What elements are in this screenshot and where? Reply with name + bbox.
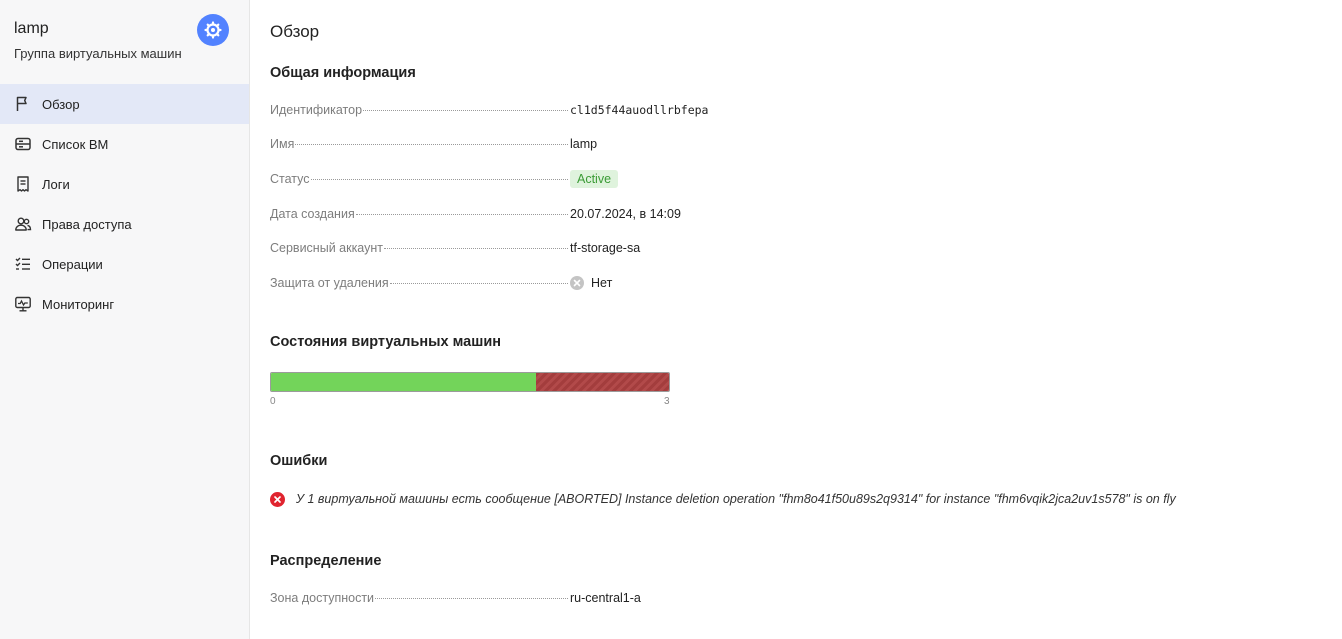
- sidebar-item-logs[interactable]: Логи: [0, 164, 249, 204]
- status-badge: Active: [570, 170, 619, 188]
- error-message-row: У 1 виртуальной машины есть сообщение [A…: [270, 490, 1176, 507]
- vm-states-bar-error[interactable]: [536, 373, 669, 391]
- zone-label: Зона доступности: [270, 591, 375, 605]
- page-title: Обзор: [270, 22, 320, 41]
- sidebar-item-label: Операции: [42, 256, 103, 272]
- dotted-leader: [355, 214, 568, 215]
- vm-states-bar-ok[interactable]: [271, 373, 537, 391]
- sidebar-item-label: Логи: [42, 176, 70, 192]
- sidebar-item-access-rights[interactable]: Права доступа: [0, 204, 249, 244]
- section-title-errors: Ошибки: [270, 453, 328, 469]
- created-value: 20.07.2024, в 14:09: [570, 207, 681, 221]
- error-message: У 1 виртуальной машины есть сообщение [A…: [296, 491, 1176, 506]
- created-label: Дата создания: [270, 207, 355, 221]
- id-label: Идентификатор: [270, 103, 363, 117]
- dotted-leader: [384, 248, 568, 249]
- sidebar-item-monitoring[interactable]: Мониторинг: [0, 284, 249, 324]
- sidebar-item-label: Мониторинг: [42, 296, 115, 312]
- sidebar-item-operations[interactable]: Операции: [0, 244, 249, 284]
- sidebar-nav: Обзор Список ВМ Логи Права доступа Опера…: [0, 84, 249, 324]
- sidebar-item-vm-list[interactable]: Список ВМ: [0, 124, 249, 164]
- deletion-protection-label: Защита от удаления: [270, 276, 389, 290]
- section-title-general: Общая информация: [270, 65, 416, 81]
- sidebar-header: lamp Группа виртуальных машин: [0, 0, 249, 84]
- zone-value: ru-central1-a: [570, 591, 641, 605]
- sidebar-item-label: Обзор: [42, 96, 80, 112]
- id-value[interactable]: cl1d5f44auodllrbfepa: [570, 103, 708, 117]
- vm-states-tick-min: 0: [270, 396, 276, 407]
- flag-icon: [14, 95, 32, 113]
- receipt-icon: [14, 175, 32, 193]
- section-title-vm-states: Состояния виртуальных машин: [270, 334, 502, 350]
- info-row-zone: Зона доступности ru-central1-a: [270, 588, 1070, 608]
- name-label: Имя: [270, 137, 295, 151]
- monitor-icon: [14, 295, 32, 313]
- status-label: Статус: [270, 172, 310, 186]
- info-row-created: Дата создания 20.07.2024, в 14:09: [270, 204, 1070, 224]
- sidebar-item-label: Список ВМ: [42, 136, 109, 152]
- close-circle-icon: [570, 276, 584, 290]
- service-account-label: Сервисный аккаунт: [270, 241, 384, 255]
- dotted-leader: [389, 283, 568, 284]
- info-row-status: Статус Active: [270, 169, 1070, 189]
- info-row-id: Идентификатор cl1d5f44auodllrbfepa: [270, 100, 1070, 120]
- info-row-deletion-protection: Защита от удаления Нет: [270, 273, 1070, 293]
- sidebar: lamp Группа виртуальных машин Обзор Спис…: [0, 0, 250, 639]
- vm-states-tick-max: 3: [664, 396, 670, 407]
- dotted-leader: [310, 179, 568, 180]
- instance-group-icon[interactable]: [197, 14, 229, 46]
- instance-group-type: Группа виртуальных машин: [14, 46, 182, 61]
- info-row-service-account: Сервисный аккаунт tf-storage-sa: [270, 238, 1070, 258]
- info-row-name: Имя lamp: [270, 134, 1070, 154]
- server-list-icon: [14, 135, 32, 153]
- deletion-protection-value: Нет: [591, 276, 613, 290]
- list-check-icon: [14, 255, 32, 273]
- vm-states-bar[interactable]: [270, 372, 670, 392]
- sidebar-item-overview[interactable]: Обзор: [0, 84, 249, 124]
- dotted-leader: [295, 144, 568, 145]
- dotted-leader: [375, 598, 568, 599]
- service-account-link[interactable]: tf-storage-sa: [570, 241, 640, 255]
- persons-icon: [14, 215, 32, 233]
- dotted-leader: [363, 110, 568, 111]
- name-value: lamp: [570, 137, 598, 151]
- instance-group-name: lamp: [14, 20, 49, 37]
- error-icon: [270, 492, 285, 507]
- section-title-distribution: Распределение: [270, 553, 382, 569]
- sidebar-item-label: Права доступа: [42, 216, 132, 232]
